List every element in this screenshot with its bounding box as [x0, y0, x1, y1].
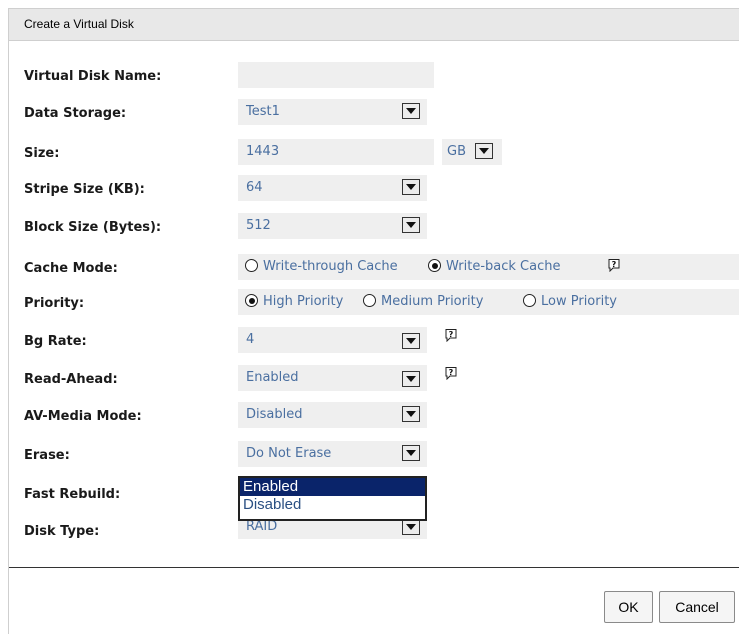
size-label: Size: — [24, 146, 60, 161]
stripe-size-select[interactable]: 64 — [238, 175, 427, 201]
write-through-label[interactable]: Write-through Cache — [263, 259, 398, 274]
av-media-mode-value: Disabled — [246, 407, 303, 422]
chevron-down-icon[interactable] — [402, 217, 420, 233]
row-priority: Priority: High Priority Medium Priority … — [9, 289, 739, 319]
chevron-down-icon[interactable] — [402, 406, 420, 422]
virtual-disk-name-input[interactable] — [238, 62, 434, 88]
fast-rebuild-label: Fast Rebuild: — [24, 487, 121, 502]
priority-label: Priority: — [24, 296, 85, 311]
chevron-down-icon[interactable] — [402, 519, 420, 535]
erase-value: Do Not Erase — [246, 446, 332, 461]
write-through-radio[interactable] — [245, 259, 258, 272]
row-data-storage: Data Storage: Test1 — [9, 99, 739, 129]
priority-radio-group: High Priority Medium Priority Low Priori… — [238, 289, 739, 315]
data-storage-select[interactable]: Test1 — [238, 99, 427, 125]
chevron-down-icon[interactable] — [402, 445, 420, 461]
row-size: Size: 1443 GB — [9, 139, 739, 169]
block-size-select[interactable]: 512 — [238, 213, 427, 239]
ok-button[interactable]: OK — [604, 591, 653, 623]
chevron-down-icon[interactable] — [475, 143, 493, 159]
row-read-ahead: Read-Ahead: Enabled ? — [9, 365, 739, 395]
svg-text:?: ? — [449, 368, 454, 377]
erase-select[interactable]: Do Not Erase — [238, 441, 427, 467]
read-ahead-select[interactable]: Enabled — [238, 365, 427, 391]
chevron-down-icon[interactable] — [402, 179, 420, 195]
read-ahead-value: Enabled — [246, 370, 299, 385]
av-media-mode-label: AV-Media Mode: — [24, 409, 142, 424]
stripe-size-label: Stripe Size (KB): — [24, 182, 145, 197]
write-back-radio[interactable] — [428, 259, 441, 272]
row-bg-rate: Bg Rate: 4 ? — [9, 327, 739, 357]
help-icon[interactable]: ? — [607, 258, 621, 272]
svg-text:?: ? — [449, 330, 454, 339]
size-unit-select[interactable]: GB — [442, 139, 502, 165]
low-priority-radio[interactable] — [523, 294, 536, 307]
medium-priority-label[interactable]: Medium Priority — [381, 294, 483, 309]
help-icon[interactable]: ? — [444, 328, 458, 342]
data-storage-label: Data Storage: — [24, 106, 127, 121]
row-erase: Erase: Do Not Erase — [9, 441, 739, 471]
stripe-size-value: 64 — [246, 180, 263, 195]
cancel-button[interactable]: Cancel — [659, 591, 735, 623]
row-av-media-mode: AV-Media Mode: Disabled — [9, 402, 739, 432]
row-block-size: Block Size (Bytes): 512 — [9, 213, 739, 243]
fast-rebuild-dropdown-list[interactable]: Enabled Disabled — [238, 476, 427, 521]
svg-text:?: ? — [612, 260, 617, 269]
row-stripe-size: Stripe Size (KB): 64 — [9, 175, 739, 205]
low-priority-label[interactable]: Low Priority — [541, 294, 617, 309]
chevron-down-icon[interactable] — [402, 371, 420, 387]
row-virtual-disk-name: Virtual Disk Name: — [9, 62, 739, 92]
cache-mode-label: Cache Mode: — [24, 261, 118, 276]
size-value: 1443 — [246, 144, 280, 159]
fast-rebuild-option-enabled[interactable]: Enabled — [240, 478, 425, 496]
row-cache-mode: Cache Mode: Write-through Cache Write-ba… — [9, 254, 739, 284]
footer-divider — [9, 567, 739, 568]
disk-type-value: RAID — [246, 519, 278, 534]
data-storage-value: Test1 — [246, 104, 280, 119]
block-size-value: 512 — [246, 218, 271, 233]
create-virtual-disk-dialog: Create a Virtual Disk Virtual Disk Name:… — [8, 8, 739, 634]
read-ahead-label: Read-Ahead: — [24, 372, 118, 387]
bg-rate-select[interactable]: 4 — [238, 327, 427, 353]
high-priority-label[interactable]: High Priority — [263, 294, 343, 309]
row-disk-type: Disk Type: RAID — [9, 513, 739, 547]
bg-rate-value: 4 — [246, 332, 255, 347]
high-priority-radio[interactable] — [245, 294, 258, 307]
size-unit-value: GB — [447, 144, 466, 159]
chevron-down-icon[interactable] — [402, 103, 420, 119]
erase-label: Erase: — [24, 448, 70, 463]
help-icon[interactable]: ? — [444, 366, 458, 380]
dialog-titlebar: Create a Virtual Disk — [9, 9, 739, 41]
cache-mode-radio-group: Write-through Cache Write-back Cache ? — [238, 254, 739, 280]
medium-priority-radio[interactable] — [363, 294, 376, 307]
virtual-disk-name-label: Virtual Disk Name: — [24, 69, 162, 84]
chevron-down-icon[interactable] — [402, 333, 420, 349]
block-size-label: Block Size (Bytes): — [24, 220, 162, 235]
dialog-title: Create a Virtual Disk — [24, 17, 134, 31]
av-media-mode-select[interactable]: Disabled — [238, 402, 427, 428]
write-back-label[interactable]: Write-back Cache — [446, 259, 560, 274]
disk-type-label: Disk Type: — [24, 524, 100, 539]
bg-rate-label: Bg Rate: — [24, 334, 87, 349]
size-input[interactable]: 1443 — [238, 139, 434, 165]
fast-rebuild-option-disabled[interactable]: Disabled — [240, 496, 425, 514]
